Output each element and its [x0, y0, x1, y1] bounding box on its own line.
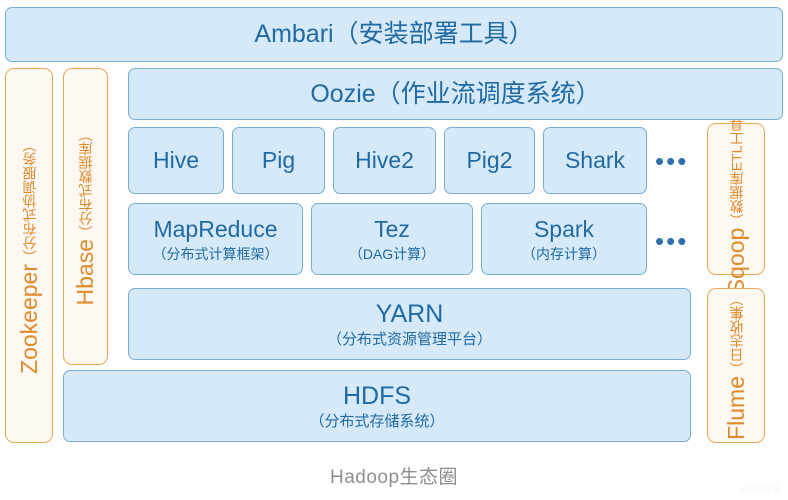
- pig2-box: Pig2: [444, 127, 535, 194]
- oozie-label: Oozie（作业流调度系统）: [310, 79, 601, 108]
- hive2-label: Hive2: [355, 147, 414, 174]
- spark-desc: （内存计算）: [522, 245, 606, 262]
- flume-desc: （日志收集）: [728, 291, 744, 376]
- tez-desc: （DAG计算）: [348, 245, 436, 262]
- hbase-pillar: Hbase （分布式数据库）: [63, 68, 108, 365]
- spark-box: Spark （内存计算）: [481, 203, 647, 275]
- hive2-box: Hive2: [333, 127, 436, 194]
- diagram-caption: Hadoop生态圈: [329, 467, 459, 488]
- watermark: 51CTO博客: [740, 486, 780, 493]
- hbase-label: Hbase （分布式数据库）: [72, 127, 99, 305]
- hadoop-ecosystem-diagram: Ambari（安装部署工具） Zookeeper （分布式协调服务） Hbase （…: [0, 0, 788, 500]
- compute-tier-ellipsis-icon: •••: [655, 226, 689, 256]
- sqoop-label: Sqoop （数据库ETL工具）: [723, 104, 750, 294]
- zookeeper-desc: （分布式协调服务）: [21, 137, 37, 264]
- pig2-label: Pig2: [466, 147, 513, 174]
- pig-label: Pig: [261, 147, 296, 174]
- mapreduce-box: MapReduce （分布式计算框架）: [128, 203, 303, 275]
- hdfs-desc: （分布式存储系统）: [309, 413, 445, 431]
- hive-box: Hive: [128, 127, 224, 194]
- zookeeper-label: Zookeeper （分布式协调服务）: [16, 138, 43, 374]
- oozie-banner: Oozie（作业流调度系统）: [128, 68, 783, 120]
- flume-label: Flume （日志收集）: [723, 292, 750, 440]
- tez-name: Tez: [374, 216, 410, 243]
- shark-box: Shark: [543, 127, 647, 194]
- hdfs-box: HDFS （分布式存储系统）: [63, 370, 691, 442]
- pig-box: Pig: [232, 127, 325, 194]
- yarn-name: YARN: [375, 299, 444, 328]
- mapreduce-desc: （分布式计算框架）: [152, 245, 279, 262]
- ambari-label: Ambari（安装部署工具）: [254, 20, 534, 49]
- sqoop-name: Sqoop: [722, 227, 749, 295]
- hbase-desc: （分布式数据库）: [77, 127, 94, 240]
- flume-pillar: Flume （日志收集）: [707, 288, 765, 443]
- zookeeper-name: Zookeeper: [15, 263, 42, 374]
- yarn-desc: （分布式资源管理平台）: [326, 331, 492, 349]
- query-tier-ellipsis-icon: •••: [655, 146, 689, 176]
- hdfs-name: HDFS: [342, 381, 412, 410]
- hive-label: Hive: [152, 147, 199, 174]
- shark-label: Shark: [564, 147, 626, 174]
- spark-name: Spark: [533, 216, 595, 243]
- flume-name: Flume: [722, 375, 749, 440]
- zookeeper-pillar: Zookeeper （分布式协调服务）: [5, 68, 53, 443]
- yarn-box: YARN （分布式资源管理平台）: [128, 288, 691, 360]
- sqoop-desc: （数据库ETL工具）: [728, 103, 744, 228]
- sqoop-pillar: Sqoop （数据库ETL工具）: [707, 104, 765, 294]
- tez-box: Tez （DAG计算）: [311, 203, 473, 275]
- hbase-name: Hbase: [72, 239, 98, 306]
- mapreduce-name: MapReduce: [153, 216, 278, 243]
- ambari-banner: Ambari（安装部署工具）: [5, 7, 783, 62]
